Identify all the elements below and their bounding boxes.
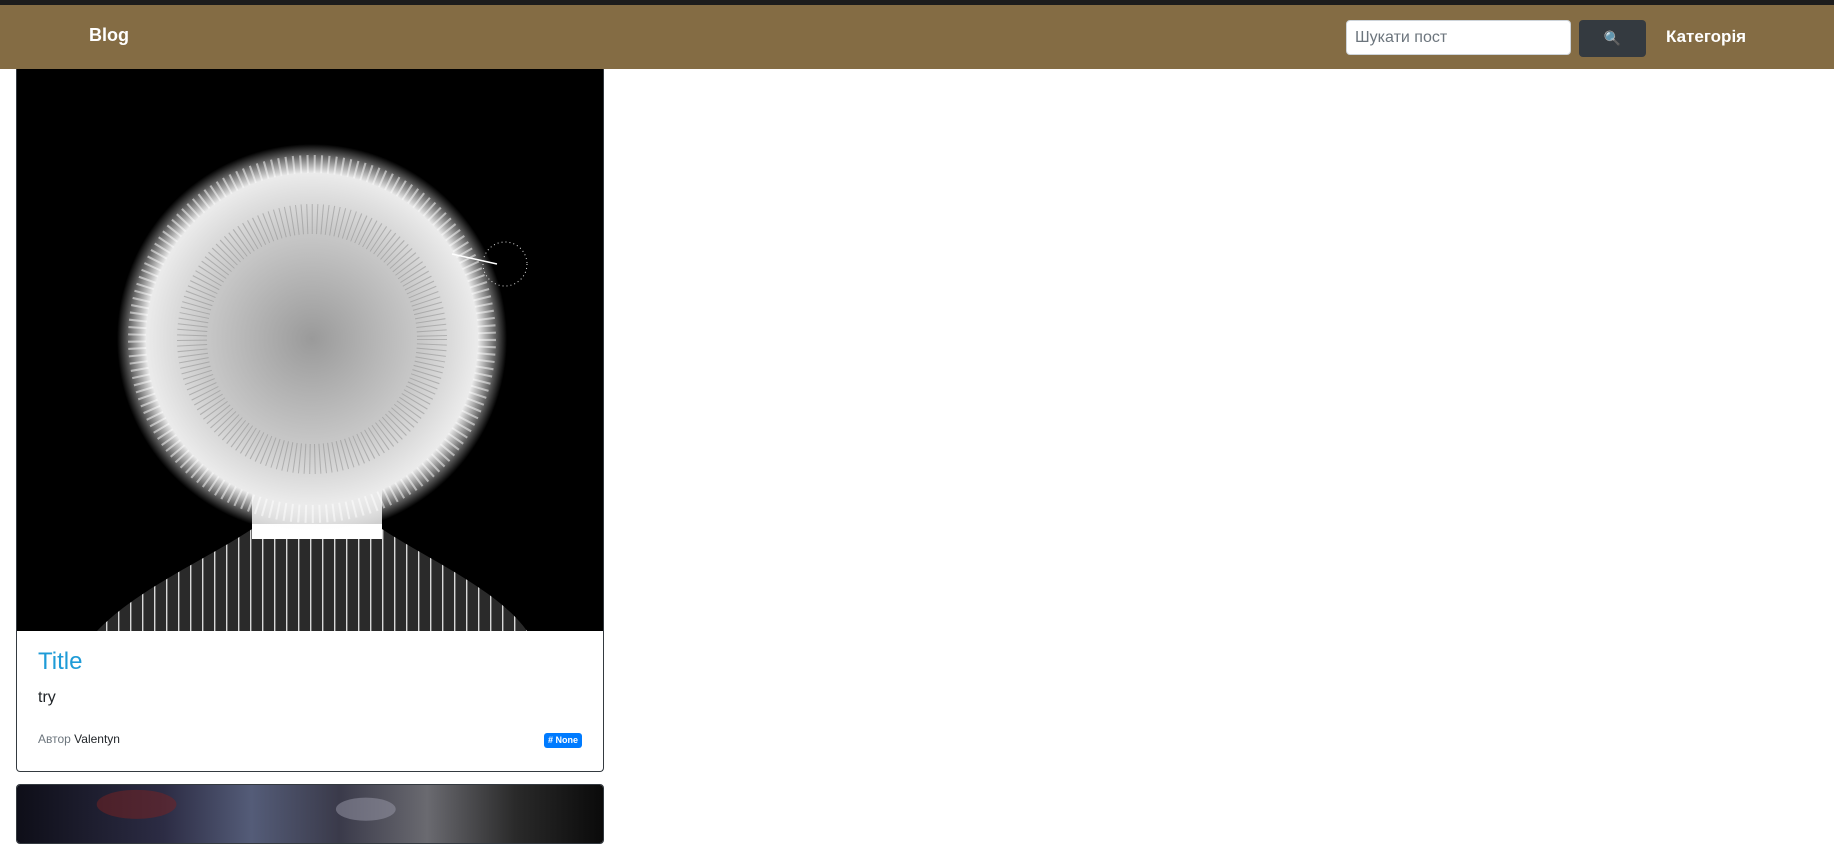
category-link[interactable]: Категорія [1666, 27, 1746, 47]
author-name[interactable]: Valentyn [74, 732, 120, 746]
post-title-link[interactable]: Title [38, 648, 82, 676]
brand-link[interactable]: Blog [89, 25, 129, 46]
post-text: try [38, 689, 56, 706]
post-card [16, 784, 604, 844]
post-author: Автор Valentyn [38, 732, 120, 746]
search-button[interactable]: 🔍 [1579, 20, 1646, 57]
search-input[interactable] [1346, 20, 1571, 55]
post-image[interactable] [17, 69, 603, 631]
search-icon: 🔍 [1603, 30, 1622, 46]
top-navbar: Blog 🔍 Категорія [0, 0, 1834, 69]
tag-badge[interactable]: # None [544, 733, 583, 748]
post-image[interactable] [17, 785, 603, 843]
author-label: Автор [38, 732, 71, 746]
post-card: Title try Автор Valentyn # None [16, 69, 604, 772]
